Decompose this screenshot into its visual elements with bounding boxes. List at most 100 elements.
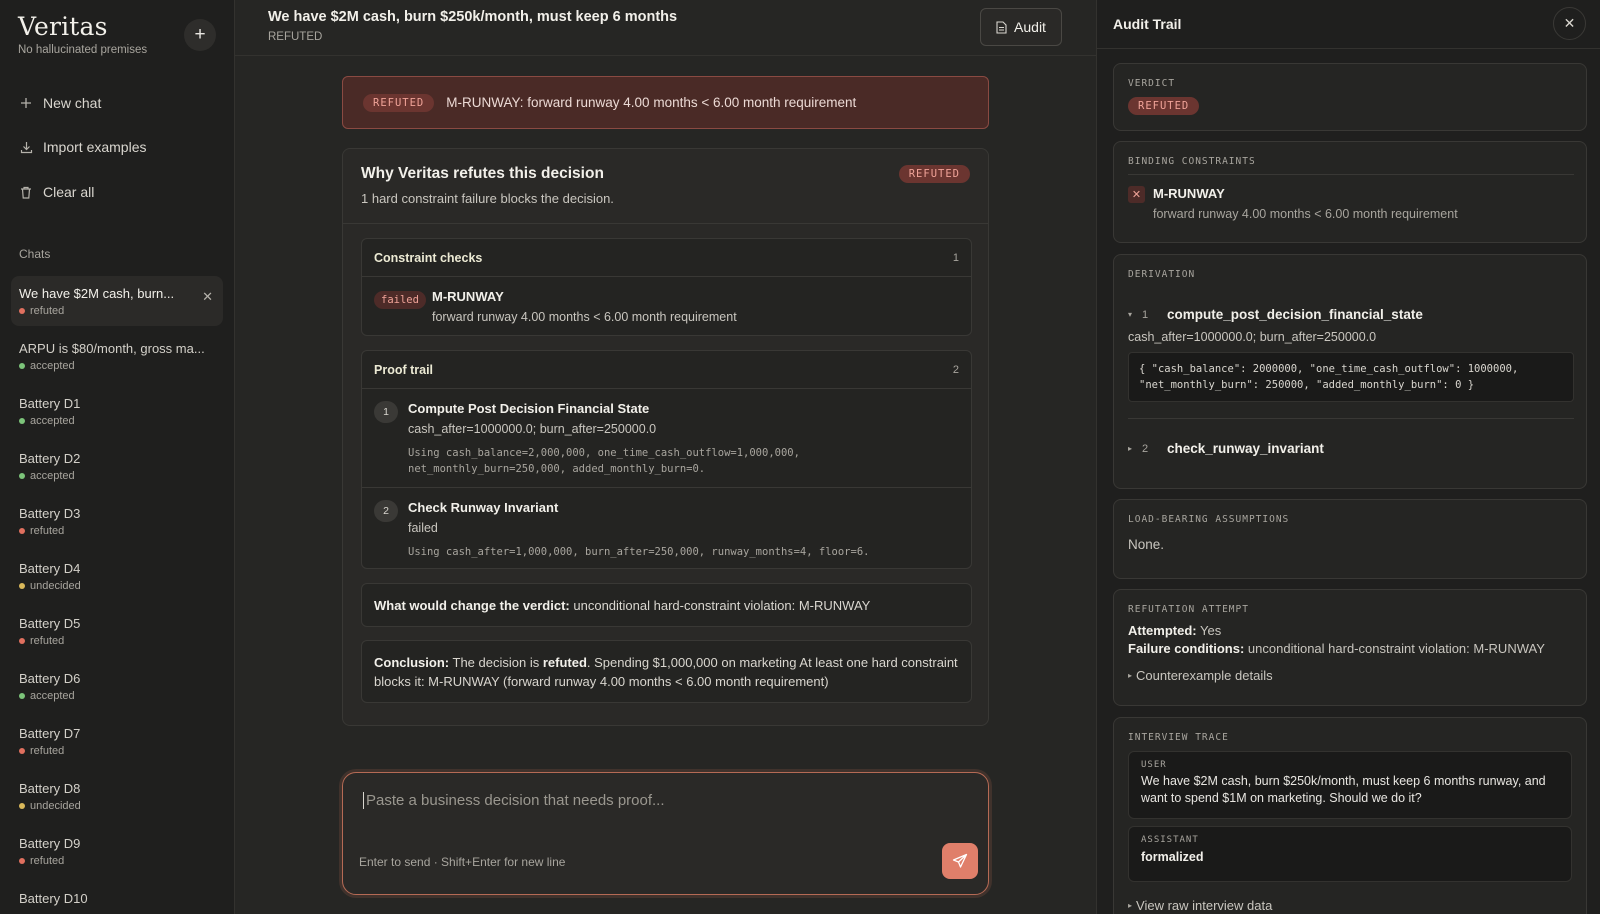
- conclusion-verdict: refuted: [542, 655, 587, 670]
- proof-step-title: Compute Post Decision Financial State: [408, 401, 650, 416]
- derivation-step-toggle[interactable]: ▾ 1 compute_post_decision_financial_stat…: [1128, 307, 1423, 322]
- proof-trail-header: Proof trail 2: [362, 351, 971, 389]
- status-dot: [19, 418, 25, 424]
- chat-status-text: accepted: [30, 470, 75, 482]
- chat-title: ARPU is $80/month, gross ma...: [19, 341, 205, 356]
- plus-icon: [18, 95, 34, 111]
- chat-item[interactable]: Battery D8 undecided: [11, 771, 223, 826]
- verdict-banner: REFUTED M-RUNWAY: forward runway 4.00 mo…: [342, 76, 989, 129]
- audit-panel-title: Audit Trail: [1113, 16, 1182, 32]
- chat-title: Battery D3: [19, 506, 81, 521]
- chat-item[interactable]: Battery D1 accepted: [11, 386, 223, 441]
- chat-item[interactable]: Battery D3 refuted: [11, 496, 223, 551]
- proof-step-detail: Using cash_after=1,000,000, burn_after=2…: [408, 544, 869, 560]
- chat-item[interactable]: We have $2M cash, burn... refuted ✕: [11, 276, 223, 326]
- close-icon[interactable]: ✕: [202, 289, 213, 305]
- proof-step-body: Check Runway Invariant failed Using cash…: [408, 500, 869, 560]
- chat-title: Battery D4: [19, 561, 81, 576]
- explanation-card: Why Veritas refutes this decision 1 hard…: [342, 148, 989, 726]
- banner-text: M-RUNWAY: forward runway 4.00 months < 6…: [446, 95, 857, 110]
- status-badge: REFUTED: [898, 165, 970, 183]
- card-title: Why Veritas refutes this decision: [361, 165, 604, 182]
- derivation-step-toggle[interactable]: ▸ 2 check_runway_invariant: [1128, 441, 1324, 456]
- chat-status: accepted: [19, 415, 215, 427]
- brand-tagline: No hallucinated premises: [18, 44, 148, 56]
- chat-item[interactable]: Battery D2 accepted: [11, 441, 223, 496]
- code-line: "net_monthly_burn": 250000, "added_month…: [1139, 379, 1475, 391]
- sidebar: Veritas No hallucinated premises + New c…: [0, 0, 235, 914]
- binding-detail: forward runway 4.00 months < 6.00 month …: [1153, 207, 1458, 221]
- chat-status-text: refuted: [30, 305, 65, 317]
- chat-title: Battery D1: [19, 396, 81, 411]
- failed-x-icon: ✕: [1128, 186, 1145, 203]
- chat-title: Battery D8: [19, 781, 81, 796]
- assumptions-card: LOAD-BEARING ASSUMPTIONS None.: [1113, 499, 1587, 579]
- user-message: USER We have $2M cash, burn $250k/month,…: [1128, 751, 1572, 819]
- chat-item[interactable]: Battery D10: [11, 881, 223, 914]
- composer: Paste a business decision that needs pro…: [342, 772, 989, 895]
- proof-step-detail-line: Using cash_balance=2,000,000, one_time_c…: [408, 447, 800, 459]
- plus-icon: +: [194, 24, 206, 45]
- chat-item[interactable]: Battery D5 refuted: [11, 606, 223, 661]
- interview-trace-card: INTERVIEW TRACE USER We have $2M cash, b…: [1113, 717, 1587, 914]
- chat-title: Battery D2: [19, 451, 81, 466]
- chat-status-text: refuted: [30, 525, 65, 537]
- close-icon: ✕: [1563, 15, 1576, 31]
- conclusion-label: Conclusion:: [374, 655, 450, 670]
- failure-label: Failure conditions:: [1128, 641, 1245, 656]
- proof-step-body: Compute Post Decision Financial State ca…: [408, 401, 800, 487]
- chat-item[interactable]: Battery D7 refuted: [11, 716, 223, 771]
- close-panel-button[interactable]: ✕: [1553, 7, 1586, 40]
- new-chat-plus-button[interactable]: +: [184, 19, 216, 51]
- verdict-card: VERDICT REFUTED: [1113, 63, 1587, 131]
- audit-button[interactable]: Audit: [980, 8, 1062, 46]
- proof-trail: Proof trail 2 1 Compute Post Decision Fi…: [361, 350, 972, 569]
- status-dot: [19, 583, 25, 589]
- proof-step: 2 Check Runway Invariant failed Using ca…: [362, 488, 971, 560]
- conclusion-box: Conclusion: The decision is refuted. Spe…: [361, 640, 972, 703]
- import-examples-label: Import examples: [43, 139, 147, 155]
- derivation-step-number: 1: [1142, 308, 1149, 321]
- chat-item[interactable]: Battery D4 undecided: [11, 551, 223, 606]
- assumptions-caption: LOAD-BEARING ASSUMPTIONS: [1128, 514, 1290, 525]
- constraint-checks-label: Constraint checks: [374, 250, 483, 265]
- attempted-label: Attempted:: [1128, 623, 1197, 638]
- proof-step-detail-line: net_monthly_burn=250,000, added_monthly_…: [408, 463, 706, 475]
- caret-down-icon: ▾: [1128, 310, 1133, 319]
- proof-step-detail-line: Using cash_after=1,000,000, burn_after=2…: [408, 546, 870, 558]
- counterexample-toggle[interactable]: ▸ Counterexample details: [1128, 668, 1273, 683]
- new-chat-button[interactable]: New chat: [18, 95, 101, 111]
- chat-status: undecided: [19, 580, 215, 592]
- chat-item[interactable]: Battery D6 accepted: [11, 661, 223, 716]
- chats-section-label: Chats: [19, 247, 51, 261]
- constraint-checks-header: Constraint checks 1: [362, 239, 971, 277]
- status-dot: [19, 528, 25, 534]
- import-examples-button[interactable]: Import examples: [18, 139, 146, 155]
- chat-status-text: accepted: [30, 360, 75, 372]
- chat-status-text: refuted: [30, 745, 65, 757]
- decision-input[interactable]: Paste a business decision that needs pro…: [363, 792, 665, 809]
- send-button[interactable]: [942, 843, 978, 879]
- chat-item[interactable]: Battery D9 refuted: [11, 826, 223, 881]
- constraint-body: M-RUNWAY forward runway 4.00 months < 6.…: [432, 289, 737, 324]
- chat-status: refuted: [19, 635, 215, 647]
- chat-status: accepted: [19, 690, 215, 702]
- proof-step-num-wrap: 1: [374, 401, 408, 487]
- derivation-step-name: compute_post_decision_financial_state: [1167, 307, 1423, 322]
- topbar: We have $2M cash, burn $250k/month, must…: [235, 0, 1096, 56]
- clear-all-button[interactable]: Clear all: [18, 184, 94, 200]
- caret-right-icon: ▸: [1128, 671, 1133, 680]
- divider: [1128, 174, 1574, 175]
- chat-title: Battery D7: [19, 726, 81, 741]
- chat-item[interactable]: ARPU is $80/month, gross ma... accepted: [11, 331, 223, 386]
- chat-status-text: undecided: [30, 580, 81, 592]
- raw-interview-toggle[interactable]: ▸ View raw interview data: [1128, 898, 1272, 913]
- document-icon: [996, 20, 1007, 34]
- code-line: { "cash_balance": 2000000, "one_time_cas…: [1139, 363, 1519, 375]
- raw-interview-label: View raw interview data: [1136, 898, 1273, 913]
- audit-label: Audit: [1014, 19, 1046, 35]
- caret-right-icon: ▸: [1128, 901, 1133, 910]
- proof-step-num-wrap: 2: [374, 500, 408, 560]
- constraint-row: failed M-RUNWAY forward runway 4.00 mont…: [362, 277, 971, 324]
- chat-title: Battery D10: [19, 891, 88, 906]
